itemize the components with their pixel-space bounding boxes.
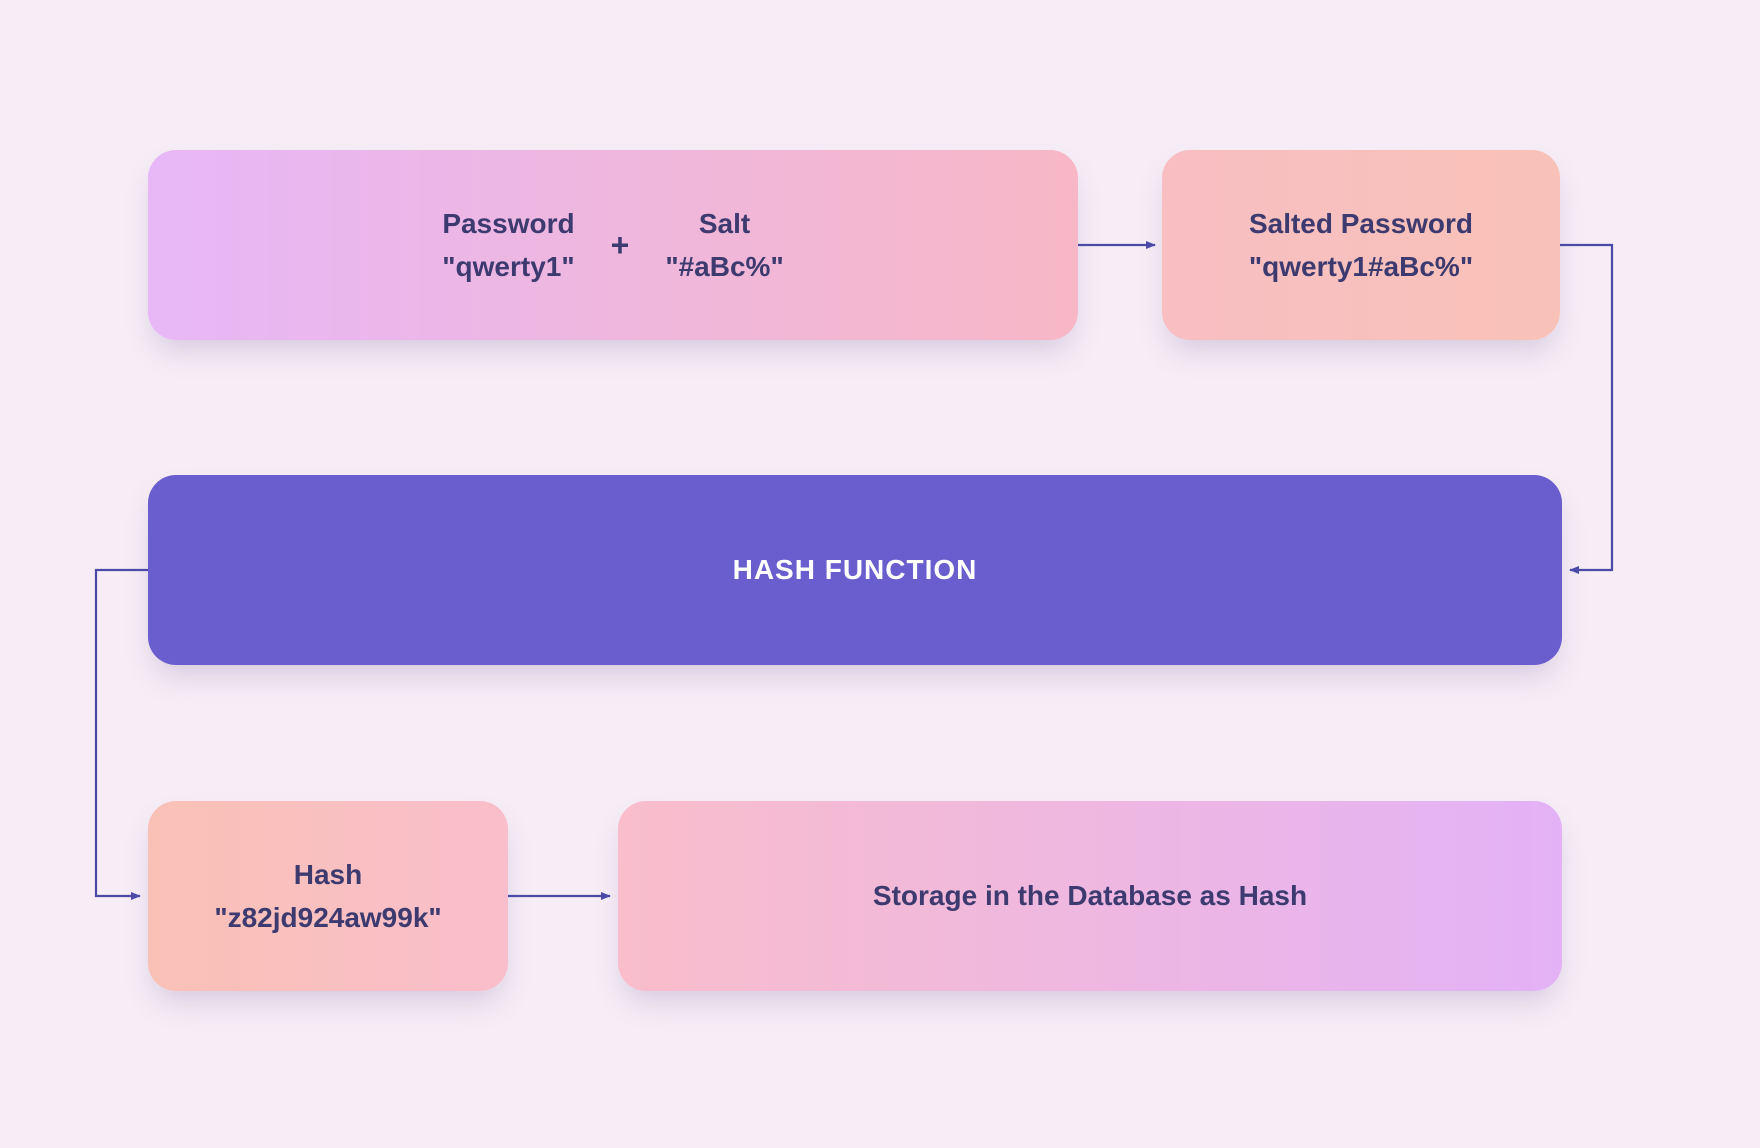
storage-label: Storage in the Database as Hash <box>873 874 1307 917</box>
password-salt-box: Password "qwerty1" + Salt "#aBc%" <box>148 150 1078 340</box>
salted-password-box: Salted Password "qwerty1#aBc%" <box>1162 150 1560 340</box>
hash-output-box: Hash "z82jd924aw99k" <box>148 801 508 991</box>
arrow-3 <box>96 570 148 896</box>
diagram-stage: Password "qwerty1" + Salt "#aBc%" Salted… <box>0 0 1760 1148</box>
hash-output-label: Hash <box>294 853 362 896</box>
salt-value: "#aBc%" <box>665 245 783 288</box>
password-value: "qwerty1" <box>442 245 574 288</box>
salt-label: Salt <box>699 202 750 245</box>
hash-function-label: HASH FUNCTION <box>733 554 978 586</box>
hash-function-box: HASH FUNCTION <box>148 475 1562 665</box>
password-label: Password <box>442 202 574 245</box>
salted-password-label: Salted Password <box>1249 202 1473 245</box>
storage-box: Storage in the Database as Hash <box>618 801 1562 991</box>
hash-output-value: "z82jd924aw99k" <box>214 896 441 939</box>
arrow-2 <box>1560 245 1612 570</box>
plus-symbol: + <box>575 227 666 264</box>
salted-password-value: "qwerty1#aBc%" <box>1249 245 1473 288</box>
